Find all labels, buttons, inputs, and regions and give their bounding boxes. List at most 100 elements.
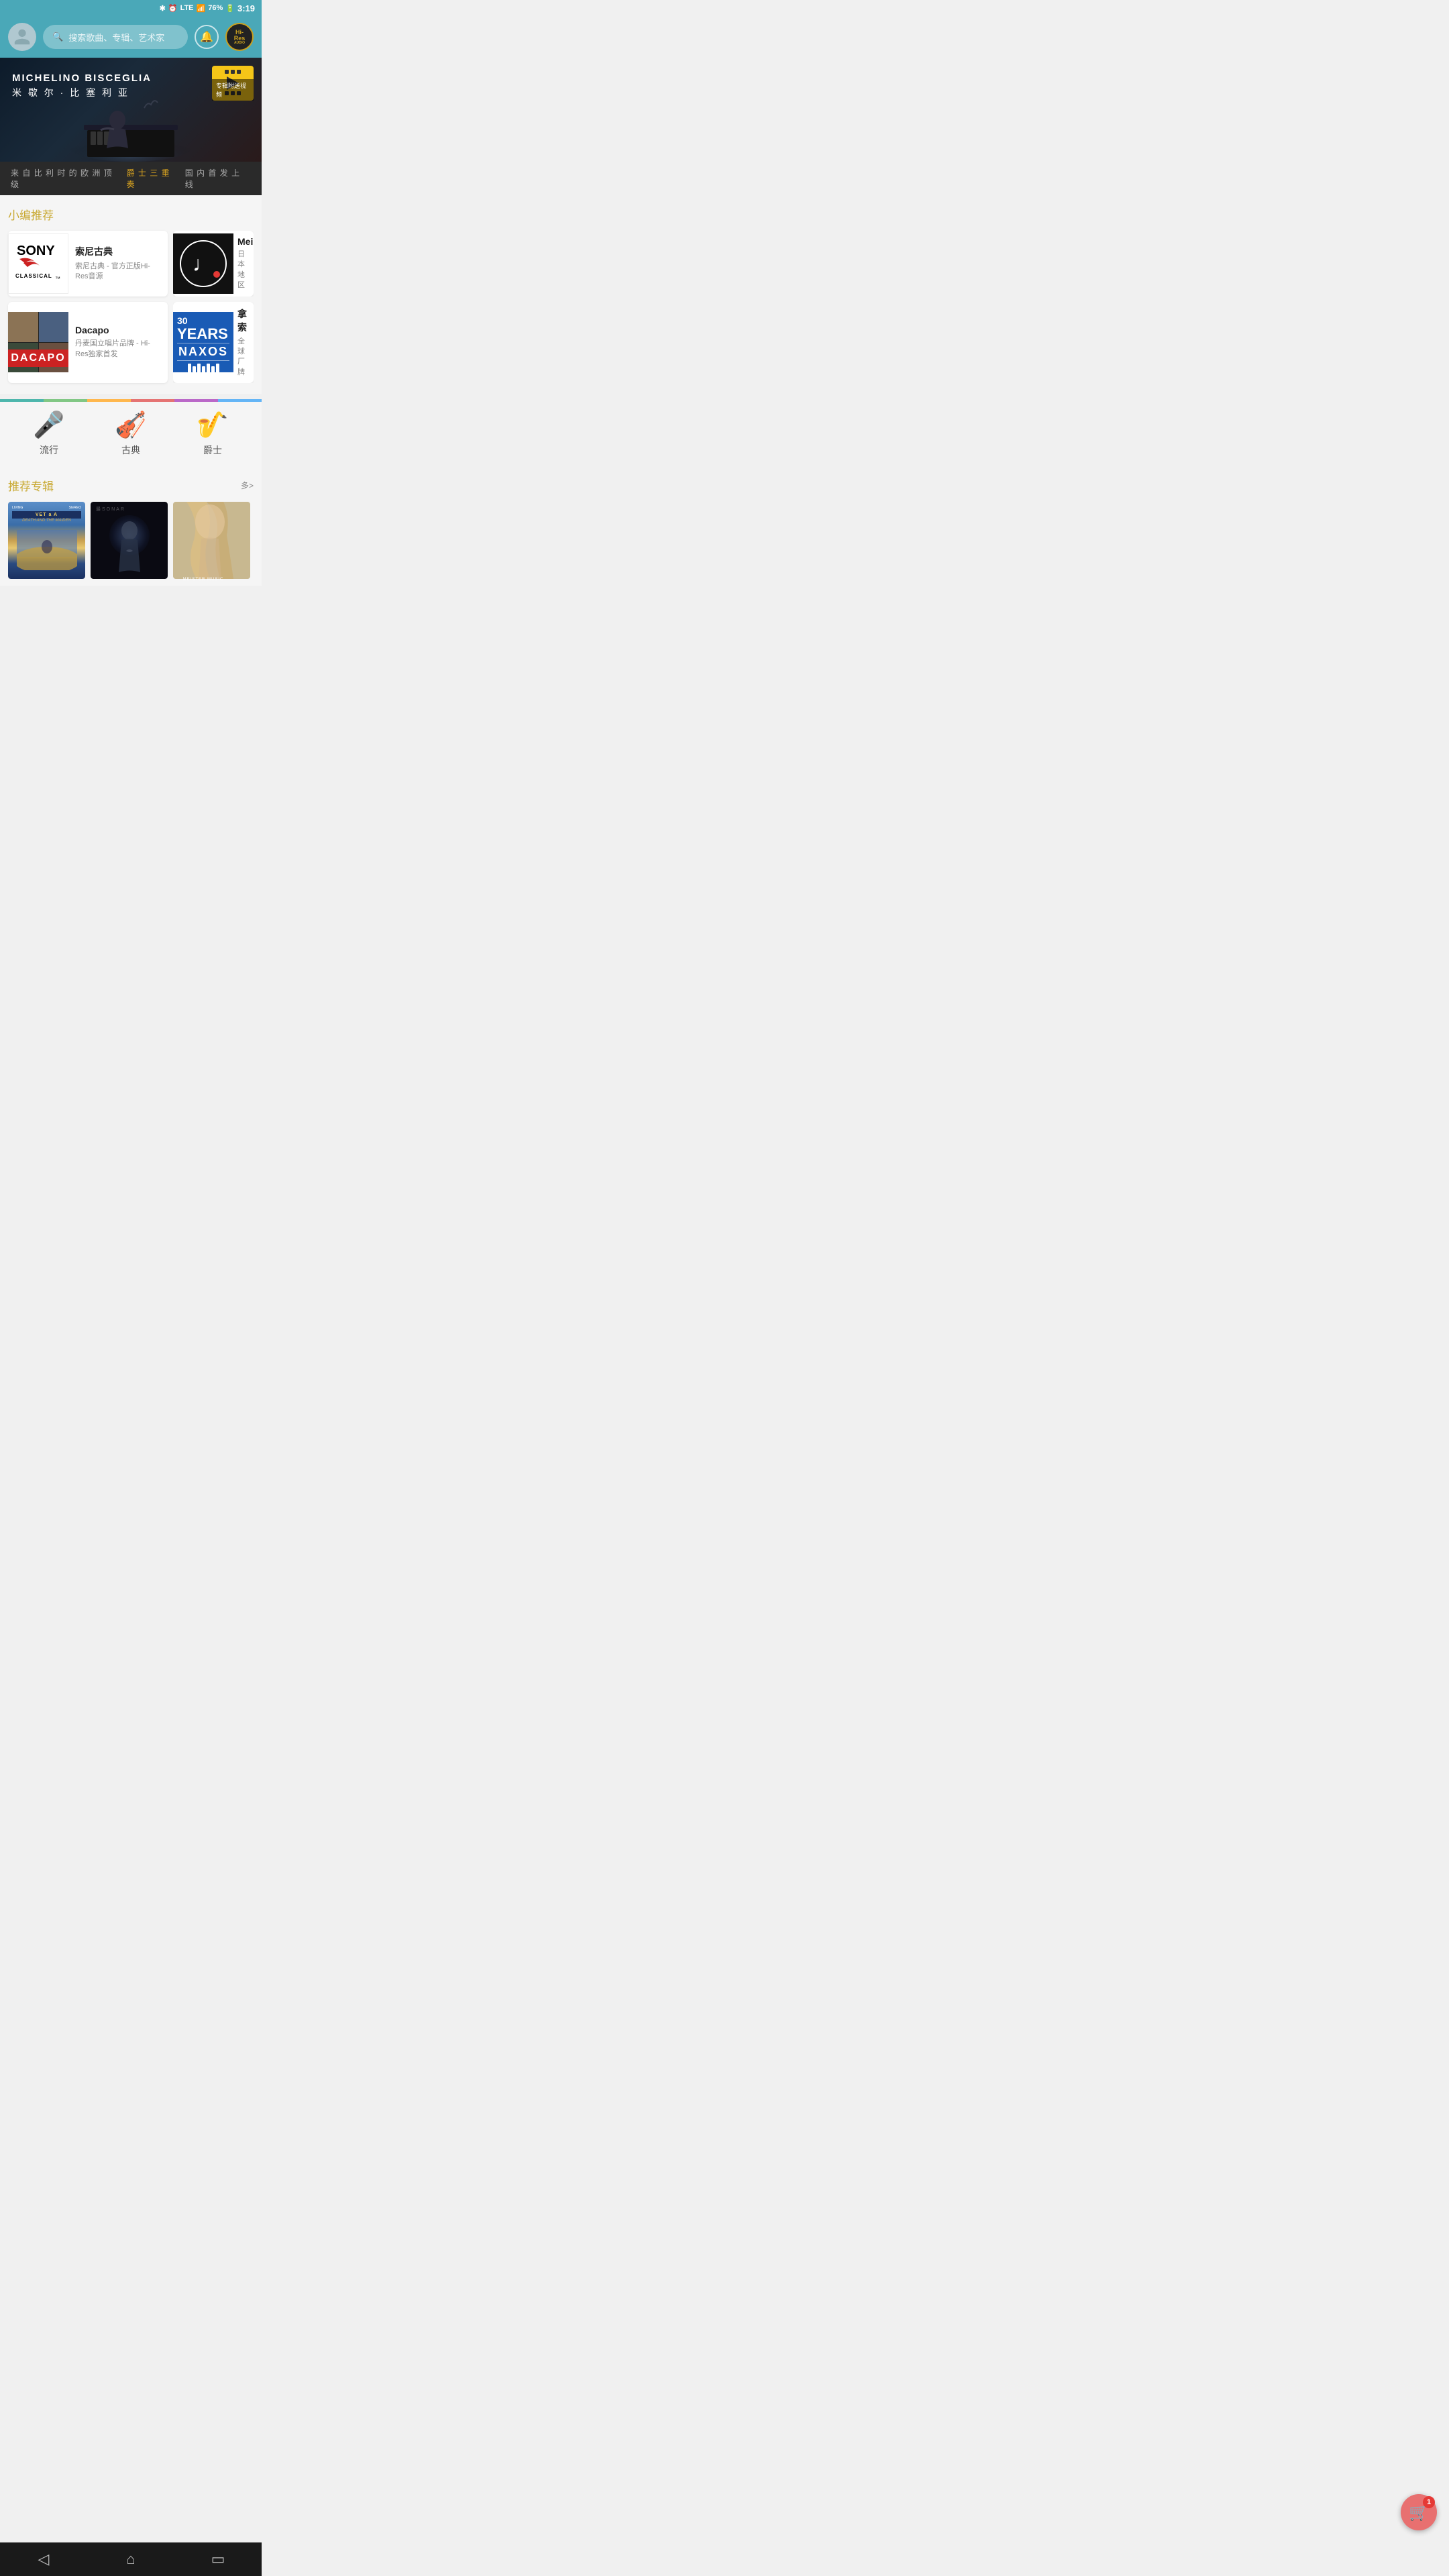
color-segment-2 [44, 399, 87, 402]
color-segment-6 [218, 399, 262, 402]
album-thumb-2: 最SONAR [91, 502, 168, 579]
back-icon: ◁ [38, 2551, 50, 2568]
meister-logo: ♩ MEISTER MUSIC [173, 233, 233, 294]
naxos-card-name: 拿索 [237, 307, 250, 334]
sony-card-name: 索尼古典 [75, 245, 161, 258]
time-display: 3:19 [237, 3, 255, 13]
sony-card[interactable]: SONY CLASSICAL ™ 索尼古典 索尼古典 - 官方正版Hi-Res音… [8, 231, 168, 297]
cart-count-badge: 1 [1423, 2496, 1435, 2508]
signal-icon: 📶 [197, 4, 206, 13]
color-segment-5 [174, 399, 218, 402]
sonar-figure-svg [103, 519, 156, 579]
meister-circle: ♩ [180, 240, 227, 287]
svg-text:SONY: SONY [17, 244, 55, 258]
albums-header: 推荐专辑 多> [8, 477, 254, 494]
meister-card[interactable]: ♩ MEISTER MUSIC Mei 日本地区 [173, 231, 254, 297]
living-stereo-cover: LIVING SteREO VET a A DEATH AND THE MAID… [8, 502, 85, 579]
status-bar: ✱ ⏰ LTE 📶 76% 🔋 3:19 [0, 0, 262, 16]
female-figure-svg [173, 502, 250, 579]
albums-section-title: 推荐专辑 [8, 477, 54, 494]
recommended-albums-section: 推荐专辑 多> LIVING SteREO VET a A DEATH AND … [0, 468, 262, 586]
dacapo-card[interactable]: DACAPO Dacapo 丹麦国立唱片品牌 - Hi-Res独家首发 [8, 302, 168, 384]
subtitle-highlight: 爵 士 三 重 奏 [127, 167, 181, 190]
naxos-card-partial[interactable]: 30 YEARS NAXOS 拿索 [173, 302, 254, 384]
genre-classical[interactable]: 🎻 古典 [115, 413, 146, 457]
bell-icon: 🔔 [200, 30, 213, 44]
meister-card-partial[interactable]: ♩ MEISTER MUSIC Mei 日本地区 [173, 231, 254, 297]
film-hole [225, 70, 229, 74]
editors-choice-title: 小编推荐 [8, 206, 254, 223]
dacapo-card-name: Dacapo [75, 325, 161, 335]
cards-row-1: SONY CLASSICAL ™ 索尼古典 索尼古典 - 官方正版Hi-Res音… [8, 231, 254, 297]
banner-video-button[interactable]: 专辑附送视频 [212, 66, 254, 101]
hires-audio-text: AUDIO [234, 42, 245, 45]
search-icon: 🔍 [52, 32, 63, 42]
sony-logo: SONY CLASSICAL ™ [8, 233, 68, 294]
subtitle-prefix: 来 自 比 利 时 的 欧 洲 顶 级 [11, 167, 123, 190]
bluetooth-icon: ✱ [160, 4, 166, 13]
albums-grid: LIVING SteREO VET a A DEATH AND THE MAID… [8, 502, 254, 579]
hires-badge[interactable]: Hi- Res AUDIO [225, 23, 254, 51]
naxos-pillars [188, 364, 219, 373]
genre-popular[interactable]: 🎤 流行 [33, 413, 64, 457]
sony-classical-svg: SONY CLASSICAL ™ [11, 240, 65, 287]
album-thumb-1: LIVING SteREO VET a A DEATH AND THE MAID… [8, 502, 85, 579]
subtitle-suffix: 国 内 首 发 上 线 [185, 167, 251, 190]
album-sonar[interactable]: 最SONAR [91, 502, 168, 579]
naxos-years: 30 YEARS [177, 312, 229, 341]
avatar[interactable] [8, 23, 36, 51]
lte-label: LTE [180, 4, 194, 12]
genre-section: 🎤 流行 🎻 古典 🎷 爵士 [0, 402, 262, 468]
editors-choice-section: 小编推荐 SONY CLASSICAL ™ 索尼古典 索尼古典 - 官方正版Hi… [0, 195, 262, 394]
back-button[interactable]: ◁ [23, 2546, 64, 2573]
cart-button[interactable]: 🛒 1 [1401, 2494, 1437, 2530]
sonar-cover: 最SONAR [91, 502, 168, 579]
recents-button[interactable]: ▭ [198, 2546, 238, 2573]
clock-icon: ⏰ [168, 4, 178, 13]
naxos-card-desc: 全球厂牌 [237, 337, 250, 378]
female-cover [173, 502, 250, 579]
living-stereo-label-right: SteREO [69, 506, 81, 510]
film-strip [225, 70, 241, 74]
banner-subtitle: 来 自 比 利 时 的 欧 洲 顶 级 爵 士 三 重 奏 国 内 首 发 上 … [0, 162, 262, 195]
saxophone-icon: 🎷 [197, 413, 228, 438]
battery-icon: 🔋 [225, 4, 235, 13]
naxos-card[interactable]: 30 YEARS NAXOS 拿索 [173, 302, 254, 384]
user-icon [13, 28, 32, 46]
popular-label: 流行 [40, 443, 58, 457]
dacapo-logo-wrapper: DACAPO [8, 312, 68, 372]
classical-label: 古典 [121, 443, 140, 457]
albums-more-link[interactable]: 多> [241, 480, 254, 491]
banner[interactable]: MICHELINO BISCEGLIA 米 歇 尔 · 比 塞 利 亚 专辑附送… [0, 58, 262, 162]
sony-card-desc: 索尼古典 - 官方正版Hi-Res音源 [75, 262, 161, 282]
meister-card-info: Mei 日本地区 [233, 231, 254, 297]
home-button[interactable]: ⌂ [111, 2546, 151, 2573]
dacapo-card-desc: 丹麦国立唱片品牌 - Hi-Res独家首发 [75, 339, 161, 360]
film-hole [237, 70, 241, 74]
status-icons: ✱ ⏰ LTE 📶 76% 🔋 3:19 [160, 3, 255, 13]
dacapo-card-info: Dacapo 丹麦国立唱片品牌 - Hi-Res独家首发 [68, 319, 168, 365]
color-segment-3 [87, 399, 131, 402]
dacapo-text: DACAPO [8, 350, 68, 367]
living-stereo-brand: VET a A [12, 511, 81, 519]
search-bar[interactable]: 🔍 搜索歌曲、专辑、艺术家 [43, 25, 188, 49]
meister-card-desc: 日本地区 [237, 250, 250, 291]
color-segment-1 [0, 399, 44, 402]
jazz-label: 爵士 [203, 443, 222, 457]
genre-jazz[interactable]: 🎷 爵士 [197, 413, 228, 457]
color-segment-4 [131, 399, 174, 402]
cards-row-2: DACAPO Dacapo 丹麦国立唱片品牌 - Hi-Res独家首发 30 Y… [8, 302, 254, 384]
album-living-stereo[interactable]: LIVING SteREO VET a A DEATH AND THE MAID… [8, 502, 85, 579]
album-female[interactable] [173, 502, 250, 579]
bell-button[interactable]: 🔔 [195, 25, 219, 49]
sonar-label: 最SONAR [96, 506, 125, 513]
bottom-navigation: ◁ ⌂ ▭ [0, 2542, 262, 2576]
naxos-logo: 30 YEARS NAXOS [173, 312, 233, 372]
film-hole [231, 70, 235, 74]
meister-card-name: Mei [237, 236, 250, 247]
album-thumb-3 [173, 502, 250, 579]
home-icon: ⌂ [126, 2551, 135, 2568]
recents-icon: ▭ [211, 2551, 225, 2568]
album-art-svg [17, 530, 77, 570]
meister-dot [213, 271, 220, 278]
